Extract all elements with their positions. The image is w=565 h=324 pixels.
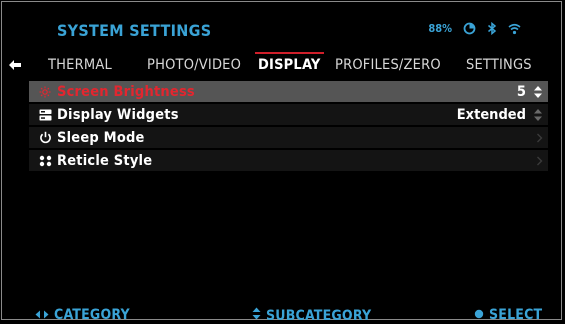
- up-down-arrows-icon[interactable]: [533, 81, 543, 102]
- tab-photo-video[interactable]: PHOTO/VIDEO: [147, 54, 241, 76]
- footer-subcategory-label: SUBCATEGORY: [266, 307, 372, 324]
- power-icon: [33, 131, 57, 144]
- footer-category-hint: CATEGORY: [35, 307, 130, 323]
- brightness-value: 5: [516, 83, 526, 100]
- wifi-icon: [508, 23, 521, 35]
- status-bar: 88%: [428, 22, 521, 35]
- footer-select-label: SELECT: [489, 307, 543, 323]
- footer-subcategory-hint: SUBCATEGORY: [252, 307, 371, 324]
- up-down-arrows-icon[interactable]: [533, 104, 543, 125]
- back-arrow-icon[interactable]: [8, 56, 22, 75]
- menu-item-sleep-mode[interactable]: Sleep Mode: [29, 127, 548, 148]
- tab-settings[interactable]: SETTINGS: [466, 54, 532, 76]
- menu-item-label: Sleep Mode: [57, 129, 145, 146]
- chevron-right-icon[interactable]: [536, 127, 543, 148]
- menu-item-reticle-style[interactable]: Reticle Style: [29, 150, 548, 171]
- menu-item-label: Reticle Style: [57, 152, 153, 169]
- footer-select-hint: SELECT: [474, 307, 542, 323]
- category-tabs: THERMAL PHOTO/VIDEO DISPLAY PROFILES/ZER…: [37, 52, 551, 76]
- up-down-arrows-icon: [252, 307, 261, 324]
- chevron-right-icon[interactable]: [536, 150, 543, 171]
- brightness-icon: [33, 86, 57, 98]
- battery-icon: [463, 22, 476, 35]
- bluetooth-icon: [487, 22, 497, 35]
- left-right-arrows-icon: [35, 307, 49, 323]
- menu-item-label: Screen Brightness: [57, 83, 195, 100]
- page-title: SYSTEM SETTINGS: [57, 21, 212, 40]
- menu-item-screen-brightness[interactable]: Screen Brightness 5: [29, 81, 548, 102]
- footer-category-label: CATEGORY: [54, 307, 130, 323]
- battery-percent: 88%: [428, 22, 452, 35]
- widgets-value: Extended: [456, 106, 526, 123]
- settings-list: Screen Brightness 5 Display Widgets Exte…: [29, 81, 548, 173]
- menu-item-display-widgets[interactable]: Display Widgets Extended: [29, 104, 548, 125]
- tab-thermal[interactable]: THERMAL: [48, 54, 112, 76]
- select-dot-icon: [474, 307, 484, 323]
- reticle-icon: [33, 155, 57, 167]
- tab-display[interactable]: DISPLAY: [255, 52, 324, 76]
- menu-item-label: Display Widgets: [57, 106, 179, 123]
- widgets-icon: [33, 109, 57, 121]
- tab-profiles-zero[interactable]: PROFILES/ZERO: [335, 54, 441, 76]
